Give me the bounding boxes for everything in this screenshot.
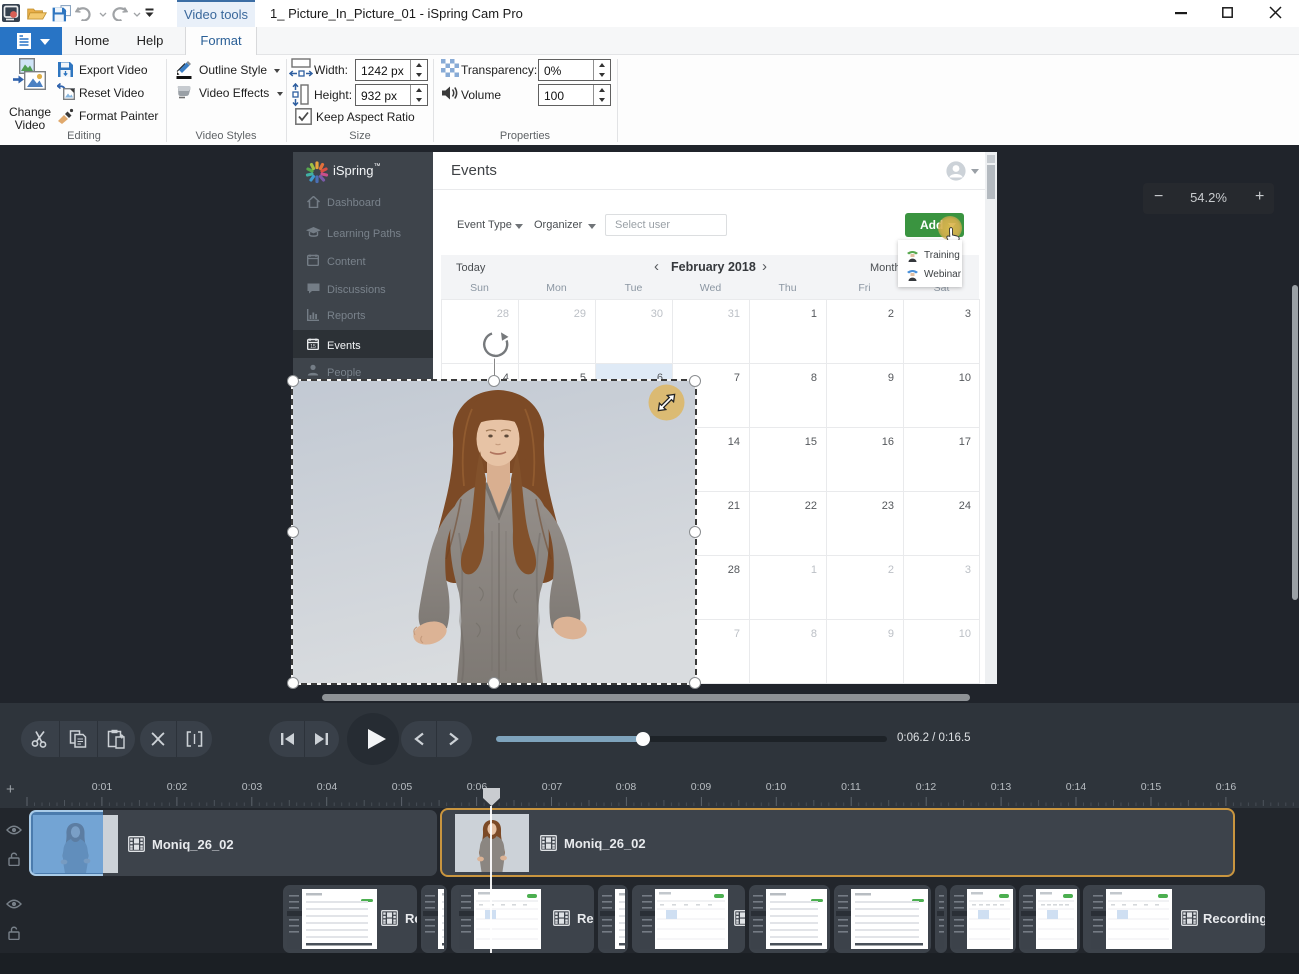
svg-text:15: 15	[805, 436, 817, 448]
svg-text:0:01: 0:01	[92, 781, 113, 793]
svg-text:0:02: 0:02	[167, 781, 188, 793]
svg-text:3: 3	[965, 308, 971, 320]
svg-text:7: 7	[734, 628, 740, 640]
svg-text:21: 21	[728, 500, 740, 512]
svg-text:0:15: 0:15	[1141, 781, 1162, 793]
svg-text:0:05: 0:05	[392, 781, 413, 793]
svg-text:8: 8	[811, 372, 817, 384]
svg-text:10: 10	[959, 372, 971, 384]
svg-text:0:12: 0:12	[916, 781, 937, 793]
svg-text:1: 1	[811, 564, 817, 576]
svg-text:24: 24	[959, 500, 971, 512]
svg-text:0:13: 0:13	[991, 781, 1012, 793]
svg-text:23: 23	[882, 500, 894, 512]
svg-text:10: 10	[959, 628, 971, 640]
svg-text:2: 2	[888, 308, 894, 320]
svg-text:2: 2	[888, 564, 894, 576]
svg-text:0:04: 0:04	[317, 781, 338, 793]
svg-text:31: 31	[728, 308, 740, 320]
svg-text:0:14: 0:14	[1066, 781, 1087, 793]
svg-text:0:11: 0:11	[841, 781, 861, 793]
svg-text:0:03: 0:03	[242, 781, 263, 793]
svg-text:29: 29	[574, 308, 586, 320]
svg-text:16: 16	[882, 436, 894, 448]
svg-text:28: 28	[497, 308, 509, 320]
svg-text:14: 14	[728, 436, 740, 448]
svg-text:9: 9	[888, 372, 894, 384]
svg-text:28: 28	[728, 564, 740, 576]
svg-text:17: 17	[959, 436, 971, 448]
svg-text:0:16: 0:16	[1216, 781, 1237, 793]
svg-text:0:10: 0:10	[766, 781, 787, 793]
svg-text:22: 22	[805, 500, 817, 512]
svg-text:1: 1	[811, 308, 817, 320]
svg-text:0:07: 0:07	[542, 781, 563, 793]
svg-text:3: 3	[965, 564, 971, 576]
svg-text:9: 9	[888, 628, 894, 640]
svg-text:0:08: 0:08	[616, 781, 637, 793]
svg-text:0:09: 0:09	[691, 781, 712, 793]
svg-text:15: 15	[310, 344, 316, 350]
svg-text:30: 30	[651, 308, 663, 320]
svg-text:8: 8	[811, 628, 817, 640]
svg-text:7: 7	[734, 372, 740, 384]
